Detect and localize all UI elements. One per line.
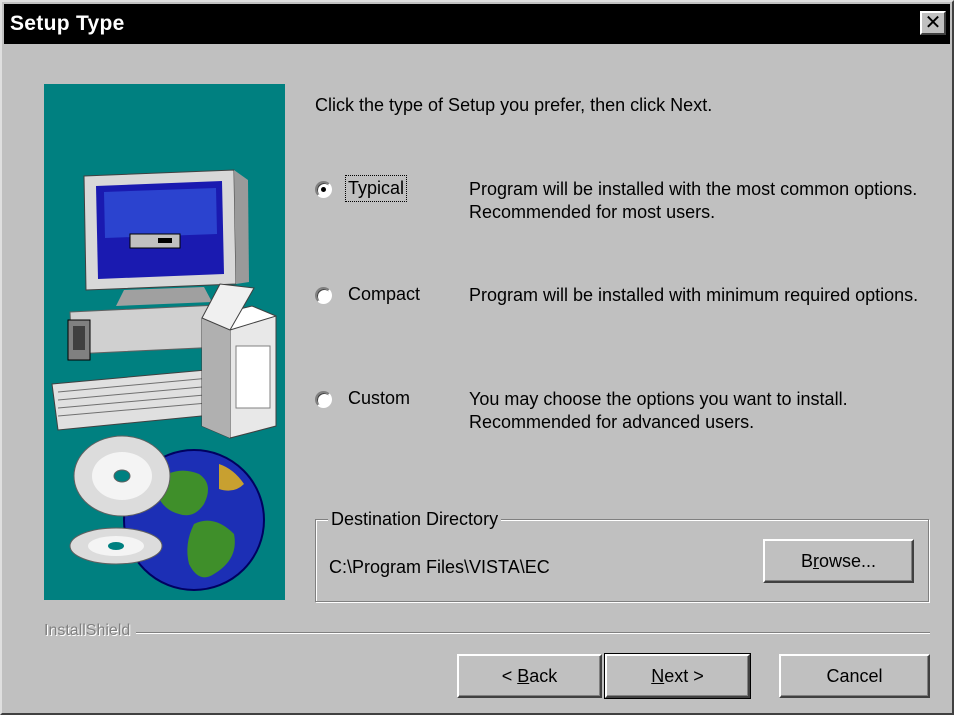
custom-description: You may choose the options you want to i… [469,389,848,432]
compact-radio[interactable] [315,287,332,304]
close-icon: ✕ [924,12,942,34]
compact-description: Program will be installed with minimum r… [469,285,919,305]
window-title: Setup Type [10,12,125,35]
back-button[interactable]: < Back [457,654,602,698]
radio-selected-icon [321,187,326,192]
computer-and-globe-icon [51,169,277,591]
destination-path: C:\Program Files\VISTA\EC [329,557,550,577]
instruction-text: Click the type of Setup you prefer, then… [315,95,713,115]
separator [44,632,930,634]
destination-legend: Destination Directory [328,509,502,530]
close-button[interactable]: ✕ [920,11,946,35]
setup-illustration [44,84,285,600]
compact-label[interactable]: Compact [348,284,420,305]
browse-button[interactable]: Br owse... [763,539,914,583]
destination-directory-group: Destination Directory C:\Program Files\V… [315,509,929,602]
typical-label[interactable]: Typical [344,175,408,202]
branding-line: InstallShield [44,622,930,642]
cancel-button[interactable]: Cancel [779,654,930,698]
typical-radio[interactable] [315,181,332,198]
installshield-brand: InstallShield [44,622,137,640]
next-button[interactable]: Next > [604,653,751,699]
custom-radio[interactable] [315,391,332,408]
custom-label[interactable]: Custom [348,388,410,409]
setup-type-dialog: Setup Type ✕ Click the type of Setup you… [0,0,954,715]
typical-description: Program will be installed with the most … [469,179,918,222]
title-bar[interactable]: Setup Type ✕ [4,4,950,44]
